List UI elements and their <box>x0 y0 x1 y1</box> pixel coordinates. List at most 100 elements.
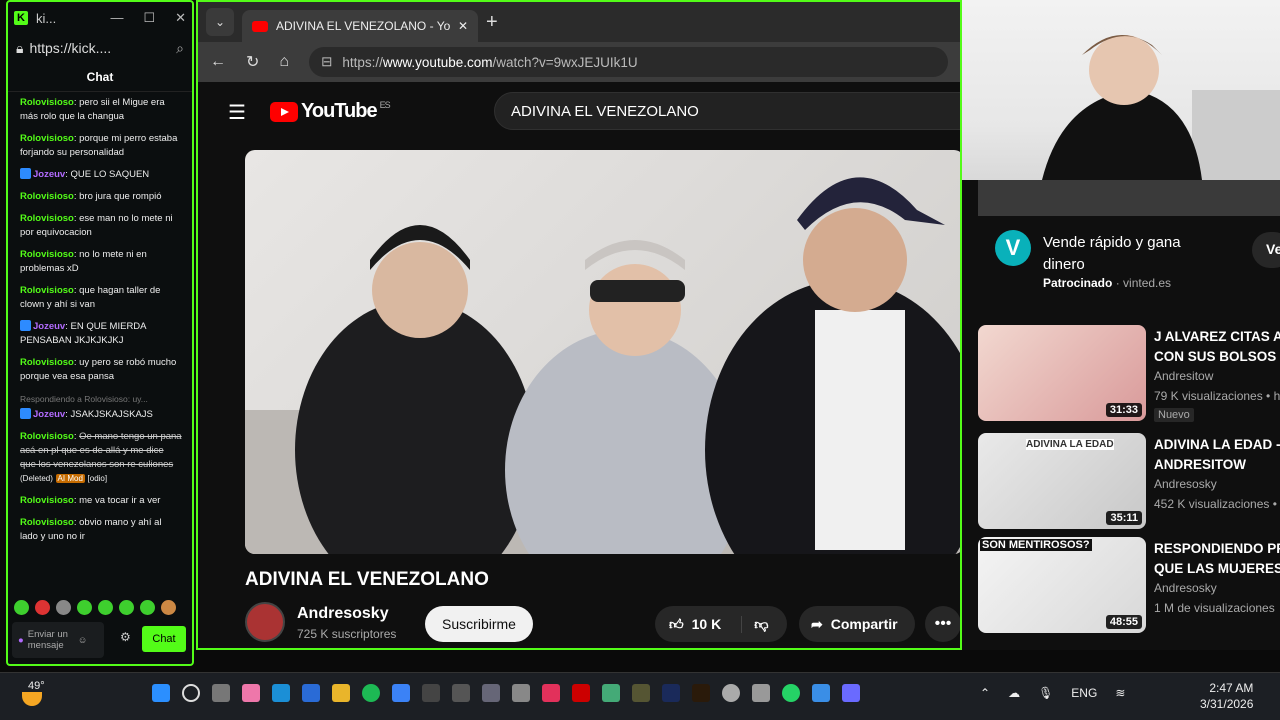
youtube-logo[interactable]: YouTube ES <box>270 100 391 123</box>
app-icon[interactable] <box>422 684 440 702</box>
wifi-icon[interactable]: ≋ <box>1115 686 1125 700</box>
search-input[interactable]: ADIVINA EL VENEZOLANO <box>494 92 960 130</box>
recommended-video[interactable]: SON MENTIROSOS? 48:55 RESPONDIENDO PR QU… <box>978 537 1280 633</box>
new-tab-icon[interactable]: + <box>486 11 498 34</box>
microphone-icon[interactable]: 🎙︎ <box>1038 686 1053 700</box>
shield-icon[interactable] <box>392 684 410 702</box>
chat-message: Rolovisioso: porque mi perro estaba forj… <box>20 133 178 158</box>
close-icon[interactable]: ✕ <box>175 10 186 26</box>
maximize-icon[interactable]: ☐ <box>143 10 155 26</box>
subscribe-button[interactable]: Suscribirme <box>425 606 533 642</box>
menu-icon[interactable]: ☰ <box>228 100 246 125</box>
emote-icon[interactable] <box>77 600 92 615</box>
language-indicator[interactable]: ENG <box>1071 686 1097 700</box>
app-icon[interactable] <box>812 684 830 702</box>
kick-titlebar: K ki... — ☐ ✕ <box>8 2 192 34</box>
weather-temp[interactable]: 49° <box>28 680 45 692</box>
chat-message: Rolovisioso: pero sii el Migue era más r… <box>20 97 165 122</box>
emote-icon[interactable] <box>35 600 50 615</box>
back-icon[interactable]: ← <box>210 53 226 71</box>
app-icon[interactable] <box>722 684 740 702</box>
tab-youtube[interactable]: ADIVINA EL VENEZOLANO - YouTu ✕ <box>242 10 478 42</box>
ad-cta-button[interactable]: Ve <box>1252 232 1280 268</box>
spotify-icon[interactable] <box>362 684 380 702</box>
app-icon[interactable] <box>452 684 470 702</box>
app-icon[interactable] <box>632 684 650 702</box>
site-info-icon[interactable]: ⊟ <box>321 54 332 70</box>
app-icon[interactable] <box>602 684 620 702</box>
emote-icon[interactable] <box>140 600 155 615</box>
share-button[interactable]: ➦ Compartir <box>799 606 915 642</box>
cloud-icon[interactable]: ☁ <box>1008 686 1020 700</box>
copilot-icon[interactable] <box>242 684 260 702</box>
kick-window: K ki... — ☐ ✕ 🔒︎ https://kick.... ⌕ Chat… <box>6 0 194 666</box>
search-icon[interactable] <box>182 684 200 702</box>
ad-banner-image <box>978 180 1280 216</box>
start-icon[interactable] <box>152 684 170 702</box>
taskbar-apps <box>152 684 860 702</box>
chat-message: Rolovisioso: bro jura que rompió <box>20 191 162 202</box>
edge-icon[interactable] <box>272 684 290 702</box>
illustrator-icon[interactable] <box>692 684 710 702</box>
chat-message: Rolovisioso: no lo mete ni en problemas … <box>20 249 147 274</box>
tab-list-chevron-icon[interactable]: ⌄ <box>206 8 234 36</box>
chat-messages: Rolovisioso: pero sii el Migue era más r… <box>8 92 192 544</box>
badge-icon <box>20 408 31 419</box>
video-player[interactable] <box>245 150 960 554</box>
emote-icon[interactable] <box>119 600 134 615</box>
close-tab-icon[interactable]: ✕ <box>458 19 468 33</box>
emote-icon[interactable] <box>98 600 113 615</box>
app-icon[interactable] <box>572 684 590 702</box>
emoji-icon[interactable]: ☺ <box>78 635 88 646</box>
recommended-video[interactable]: 31:33 J ALVAREZ CITAS A CON SUS BOLSOS A… <box>978 325 1280 422</box>
ad-title[interactable]: Vende rápido y gana dinero <box>1043 232 1223 276</box>
settings-icon[interactable] <box>752 684 770 702</box>
channel-avatar[interactable] <box>245 602 285 642</box>
video-frame <box>245 177 960 554</box>
emote-icon[interactable] <box>161 600 176 615</box>
emote-icon[interactable] <box>56 600 71 615</box>
chat-message: Rolovisioso: me va tocar ir a ver <box>20 495 161 506</box>
address-bar[interactable]: ⊟ https://www.youtube.com/watch?v=9wxJEJ… <box>309 47 948 77</box>
kick-urlbar[interactable]: 🔒︎ https://kick.... ⌕ <box>12 34 188 62</box>
vinted-logo-icon: V <box>995 230 1031 266</box>
clock[interactable]: 2:47 AM 3/31/2026 <box>1200 680 1253 712</box>
chat-header: Chat <box>8 62 192 92</box>
browser-window: ⌄ ADIVINA EL VENEZOLANO - YouTu ✕ + ← ↻ … <box>196 0 962 650</box>
emote-icon[interactable] <box>14 600 29 615</box>
video-title: ADIVINA EL VENEZOLANO <box>245 569 489 590</box>
badge-icon <box>20 168 31 179</box>
chat-message: Jozeuv: EN QUE MIERDA PENSABAN JKJKJKJKJ <box>20 320 146 346</box>
video-thumbnail: 31:33 <box>978 325 1146 421</box>
task-view-icon[interactable] <box>212 684 230 702</box>
music-icon[interactable] <box>542 684 560 702</box>
chat-send-button[interactable]: Chat <box>142 626 186 652</box>
reload-icon[interactable]: ↻ <box>246 52 259 72</box>
home-icon[interactable]: ⌂ <box>279 53 289 71</box>
chat-message: Rolovisioso: uy pero se robó mucho porqu… <box>20 357 177 382</box>
settings-gear-icon[interactable]: ⚙ <box>120 630 131 644</box>
emote-bar <box>14 600 176 615</box>
photoshop-icon[interactable] <box>662 684 680 702</box>
youtube-favicon-icon <box>252 20 268 32</box>
zoom-icon[interactable]: ⌕ <box>176 40 184 57</box>
thumbs-down-icon[interactable]: 👎︎ <box>741 615 768 633</box>
thumbs-up-icon: 👍︎ <box>669 615 684 632</box>
more-options-icon[interactable]: ••• <box>925 606 960 642</box>
mic-icon[interactable]: ● <box>18 635 24 646</box>
youtube-page: ☰ YouTube ES ADIVINA EL VENEZOLANO ADIVI… <box>198 82 960 648</box>
recommended-video[interactable]: ADIVINA LA EDAD 35:11 ADIVINA LA EDAD - … <box>978 433 1280 529</box>
file-explorer-icon[interactable] <box>332 684 350 702</box>
channel-name[interactable]: Andresosky <box>297 605 389 623</box>
like-button[interactable]: 👍︎ 10 K 👎︎ <box>655 606 787 642</box>
chat-message: Rolovisioso: ese man no lo mete ni por e… <box>20 213 173 238</box>
chat-input[interactable]: ● Enviar un mensaje ☺ <box>12 622 104 658</box>
kick-url[interactable]: https://kick.... <box>29 40 111 56</box>
minimize-icon[interactable]: — <box>110 10 123 26</box>
app-icon[interactable] <box>842 684 860 702</box>
store-icon[interactable] <box>302 684 320 702</box>
whatsapp-icon[interactable] <box>782 684 800 702</box>
app-icon[interactable] <box>512 684 530 702</box>
app-icon[interactable] <box>482 684 500 702</box>
chevron-up-icon[interactable]: ⌃ <box>980 686 990 700</box>
